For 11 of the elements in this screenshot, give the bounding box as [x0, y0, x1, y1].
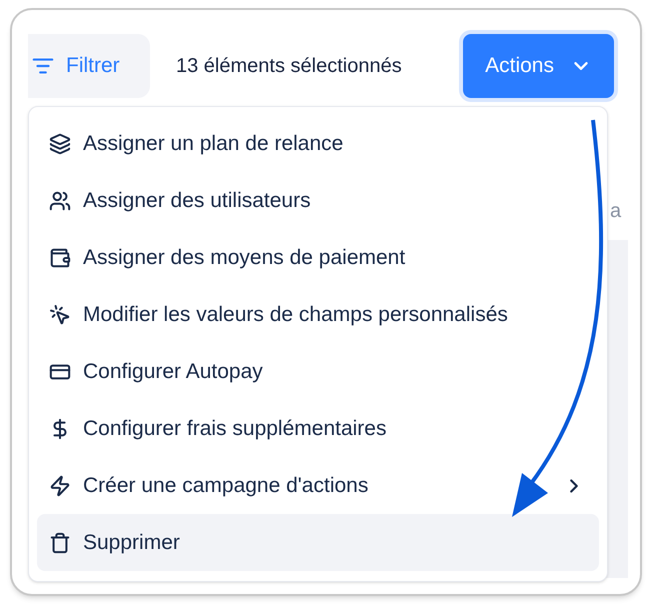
menu-item[interactable]: Supprimer	[37, 514, 599, 571]
layers-icon	[49, 132, 71, 154]
users-icon	[49, 190, 71, 212]
selection-count: 13 éléments sélectionnés	[176, 54, 402, 79]
table-header-text: a	[610, 199, 622, 224]
trash-icon	[49, 532, 71, 554]
filter-button[interactable]: Filtrer	[28, 34, 150, 98]
click-icon	[49, 304, 71, 326]
lightning-icon	[49, 474, 71, 496]
wallet-icon	[49, 246, 71, 268]
actions-button[interactable]: Actions	[463, 34, 614, 98]
